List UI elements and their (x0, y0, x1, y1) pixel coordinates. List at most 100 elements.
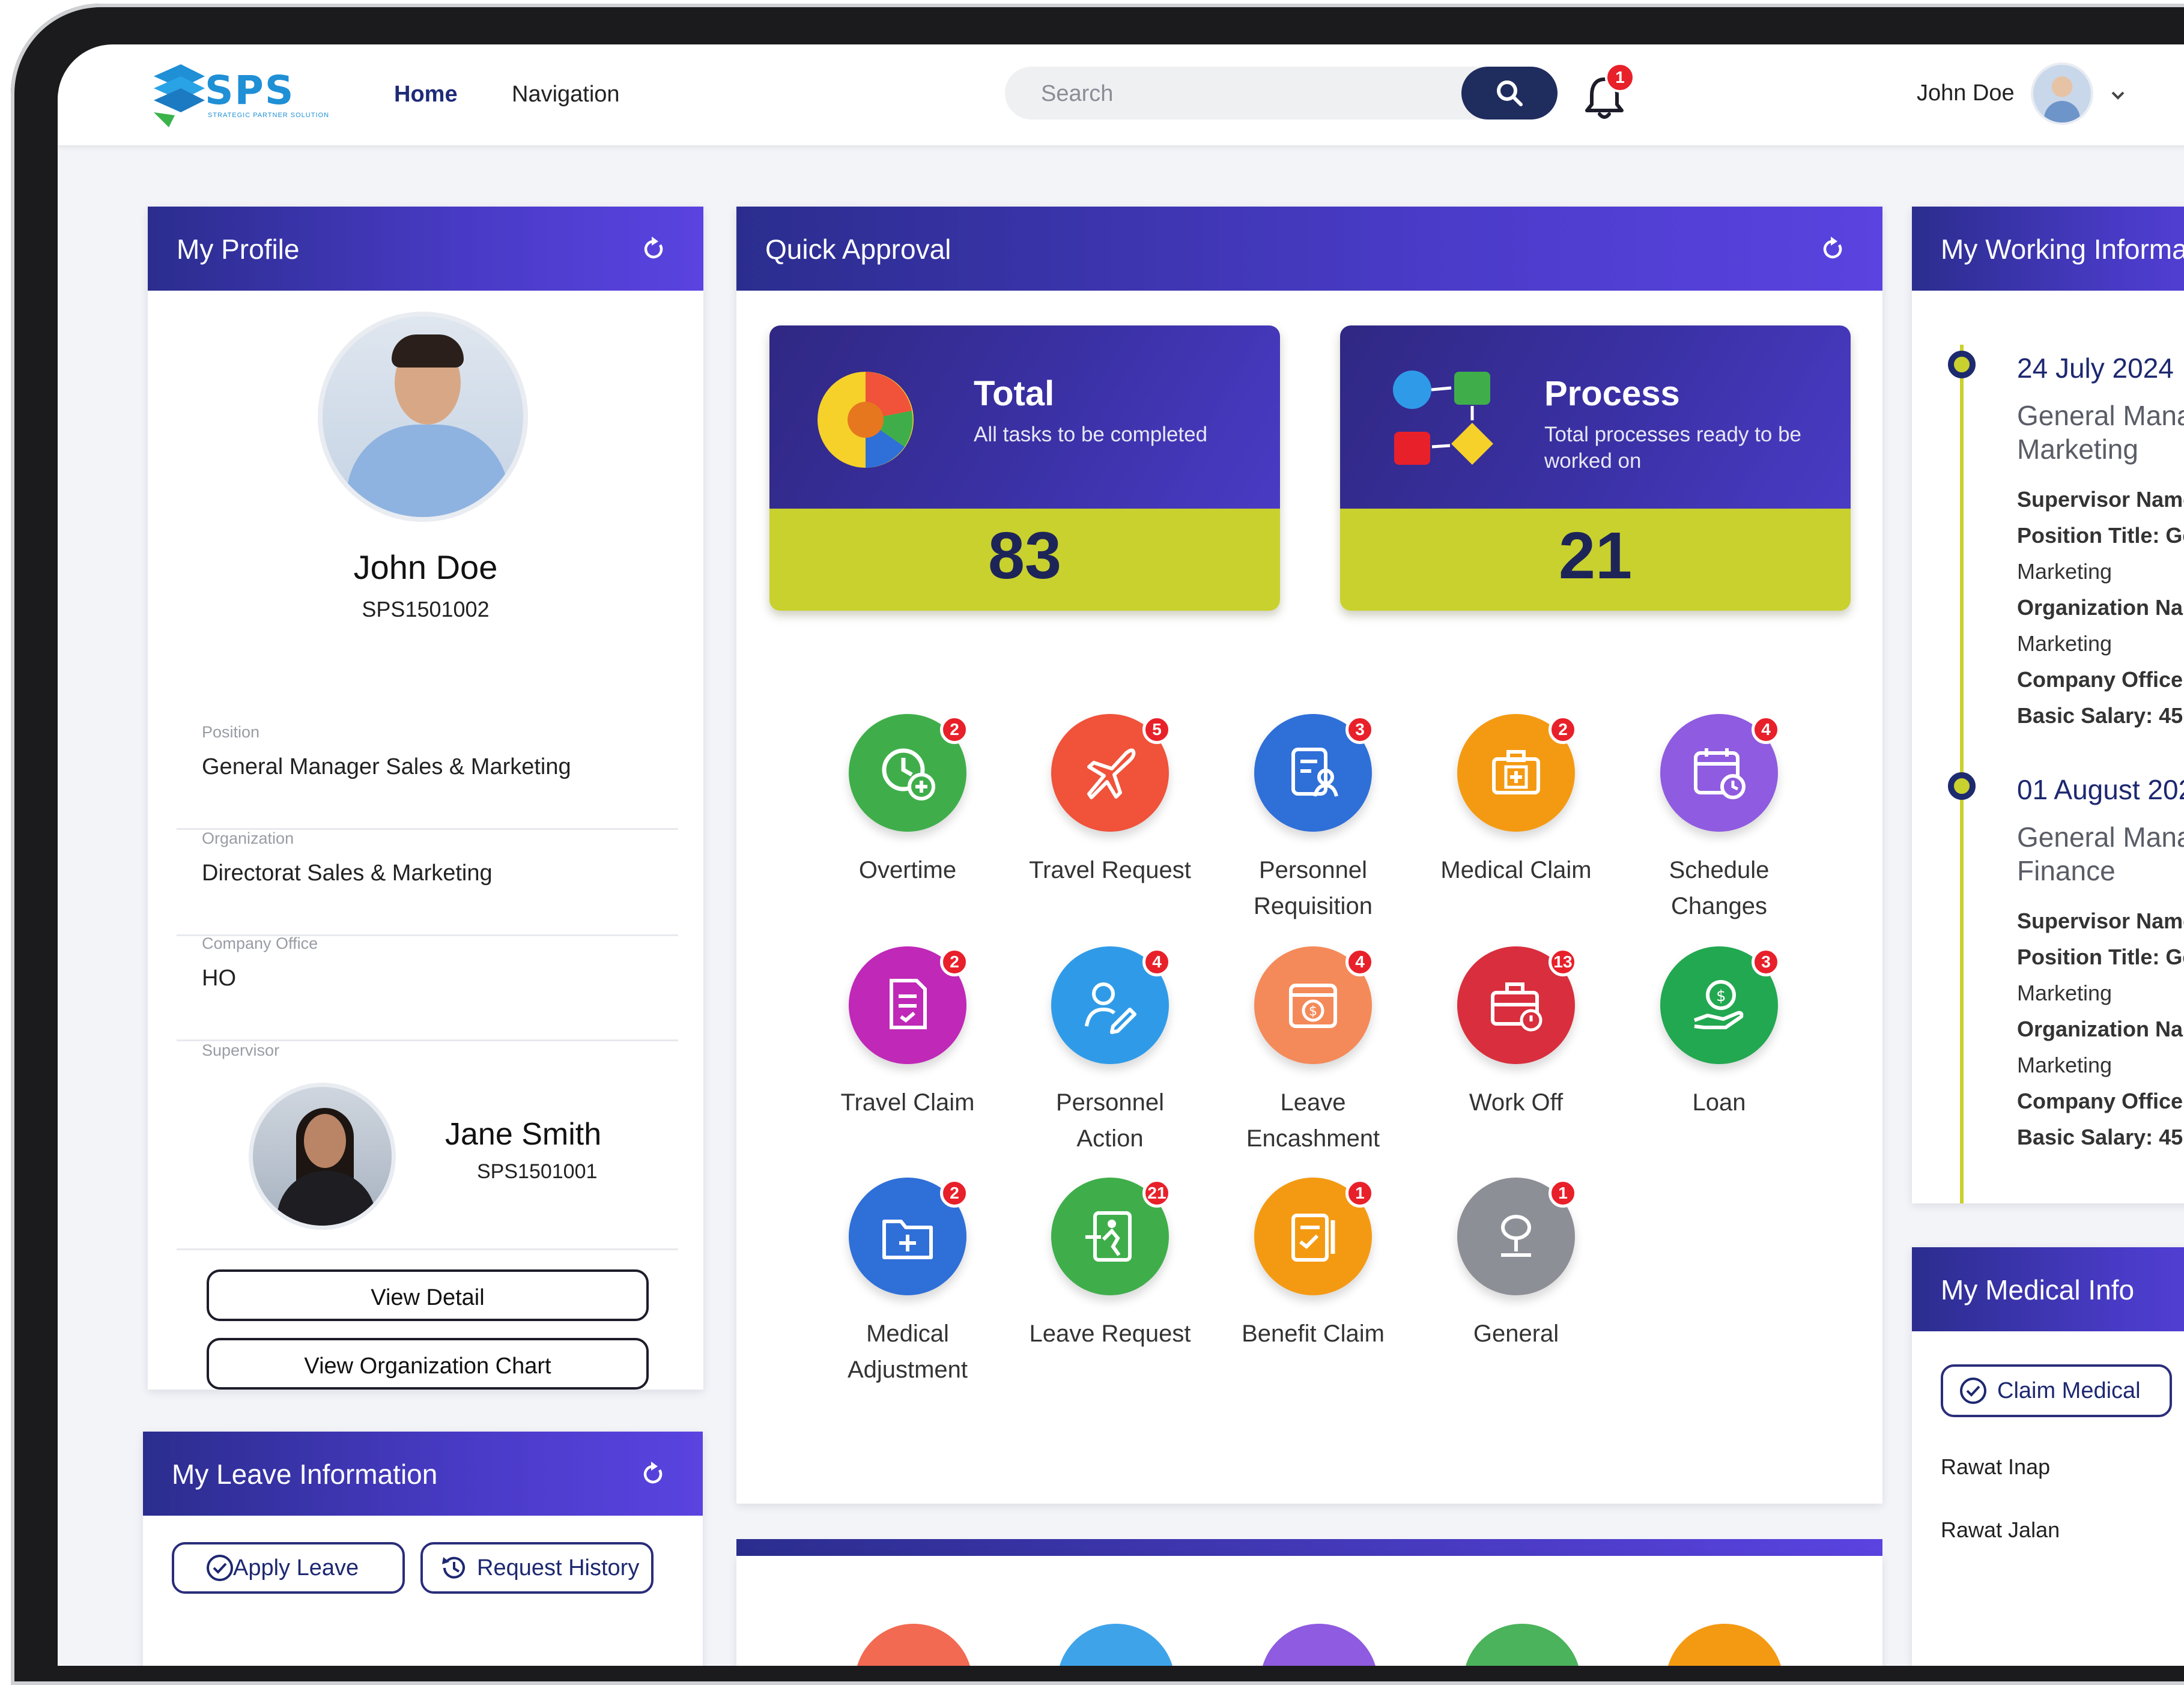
search-icon (1497, 80, 1523, 106)
quick-approval-card: Quick Approval Total All tasks to be com… (736, 207, 1882, 1504)
approval-badge: 2 (940, 948, 969, 976)
process-stat-card[interactable]: Process Total processes ready to be work… (1340, 325, 1851, 611)
medical-card: My Medical Info Claim Medical Rawat Inap… (1912, 1247, 2184, 1666)
approval-badge: 2 (1549, 715, 1577, 744)
chevron-down-icon[interactable] (2109, 86, 2127, 104)
position-label: Position (202, 723, 260, 741)
folder-medical-icon (882, 1220, 933, 1259)
approval-item-medical-claim[interactable]: 2 Medical Claim (1426, 714, 1606, 888)
approval-badge: 13 (1549, 948, 1577, 976)
receipt-icon (890, 979, 927, 1029)
check-circle-icon (1960, 1378, 1986, 1404)
user-name[interactable]: John Doe (1917, 80, 2015, 106)
apply-leave-label: Apply Leave (233, 1555, 359, 1581)
timeline-position-title: Position Title: General Manager Sales & (2017, 945, 2184, 969)
timeline-supervisor: Supervisor Name: Jane Smith (2017, 487, 2184, 512)
search-button[interactable] (1461, 67, 1558, 119)
approval-badge: 4 (1345, 948, 1374, 976)
working-info-header: My Working Information (1912, 207, 2184, 291)
request-history-label: Request History (477, 1555, 640, 1581)
search-bar (1005, 67, 1558, 121)
working-info-card: My Working Information 24 July 2024 Gene… (1912, 207, 2184, 1203)
approval-badge: 21 (1142, 1179, 1171, 1208)
pie-chart-icon (817, 372, 914, 468)
nav-home[interactable]: Home (394, 82, 458, 107)
process-value: 21 (1558, 519, 1633, 593)
refresh-icon[interactable] (640, 235, 667, 263)
timeline-organization-line2: Marketing (2017, 1053, 2113, 1077)
nav-navigation[interactable]: Navigation (512, 82, 620, 107)
organization-value: Directorat Sales & Marketing (202, 861, 493, 886)
approval-badge: 2 (940, 715, 969, 744)
timeline-salary: Basic Salary: 45,000,000 (2017, 1125, 2184, 1149)
refresh-icon[interactable] (1819, 235, 1846, 263)
timeline-date: 01 August 2024 (2017, 774, 2184, 805)
leave-title: My Leave Information (172, 1459, 438, 1490)
approval-item-schedule-changes[interactable]: 4 Schedule Changes (1629, 714, 1809, 924)
svg-text:$: $ (1716, 987, 1726, 1005)
position-value: General Manager Sales & Marketing (202, 754, 571, 779)
approval-item-medical-adjustment[interactable]: 2 Medical Adjustment (817, 1178, 998, 1388)
timeline-position: General Manager Sales & (2017, 400, 2184, 431)
timeline-dot (1948, 772, 1976, 800)
supervisor-photo (249, 1083, 396, 1230)
claim-medical-button[interactable]: Claim Medical (1941, 1364, 2172, 1417)
claim-medical-label: Claim Medical (1997, 1378, 2141, 1403)
approval-label: Medical Adjustment (847, 1320, 968, 1383)
approval-label: Leave Encashment (1246, 1089, 1380, 1152)
approval-label: Leave Request (1029, 1320, 1191, 1347)
profile-photo (318, 312, 528, 522)
notification-badge: 1 (1605, 62, 1635, 92)
view-detail-button[interactable]: View Detail (207, 1269, 649, 1321)
organization-field: Organization Directorat Sales & Marketin… (177, 829, 678, 936)
approval-item-general[interactable]: 1 General (1426, 1178, 1606, 1352)
profile-card: My Profile John Doe SPS1501002 Position … (148, 207, 703, 1390)
approval-item-loan[interactable]: $ 3 Loan (1629, 946, 1809, 1121)
supervisor-name: Jane Smith (445, 1117, 602, 1152)
total-stat-card[interactable]: Total All tasks to be completed 83 (769, 325, 1280, 611)
approval-item-personnel-requisition[interactable]: 3 Personnel Requisition (1223, 714, 1403, 924)
search-input[interactable] (1005, 67, 1463, 121)
refresh-icon[interactable] (639, 1460, 667, 1488)
approval-item-personnel-action[interactable]: 4 Personnel Action (1020, 946, 1200, 1157)
approval-label: Overtime (858, 857, 957, 883)
medical-item: Rawat Inap (1941, 1454, 2051, 1479)
logo-subtitle: STRATEGIC PARTNER SOLUTION (208, 112, 330, 119)
approval-badge: 5 (1142, 715, 1171, 744)
leave-card: My Leave Information Apply Leave Request… (143, 1432, 703, 1666)
view-org-chart-button[interactable]: View Organization Chart (207, 1338, 649, 1390)
request-history-button[interactable]: Request History (420, 1542, 654, 1594)
document-person-icon (1291, 748, 1338, 797)
process-subtitle: Total processes ready to be worked on (1544, 423, 1802, 473)
timeline-supervisor: Supervisor Name: Jane Smith (2017, 909, 2184, 933)
timeline-office: Company Office: HO (2017, 1089, 2184, 1113)
avatar[interactable] (2031, 62, 2093, 125)
device-frame: SPS STRATEGIC PARTNER SOLUTION Home Navi… (11, 4, 2184, 1685)
supervisor-label: Supervisor (202, 1041, 280, 1059)
approval-item-overtime[interactable]: 2 Overtime (817, 714, 998, 888)
exit-door-icon (1085, 1211, 1132, 1262)
approval-label: Travel Claim (840, 1089, 975, 1116)
approval-item-benefit-claim[interactable]: 1 Benefit Claim (1223, 1178, 1403, 1352)
check-circle-icon (207, 1555, 233, 1581)
organization-label: Organization (202, 829, 294, 847)
calendar-money-icon: $ (1289, 984, 1337, 1028)
office-value: HO (202, 966, 236, 991)
apply-leave-button[interactable]: Apply Leave (172, 1542, 405, 1594)
position-field: Position General Manager Sales & Marketi… (177, 723, 678, 830)
timeline-position-line2: Marketing (2017, 434, 2138, 465)
profile-name: John Doe (353, 548, 498, 586)
approval-item-travel-request[interactable]: 5 Travel Request (1020, 714, 1200, 888)
flow-diagram-icon (1393, 371, 1493, 465)
approval-item-leave-encashment[interactable]: $ 4 Leave Encashment (1223, 946, 1403, 1157)
approval-item-work-off[interactable]: 13 Work Off (1426, 946, 1606, 1121)
approval-item-travel-claim[interactable]: 2 Travel Claim (817, 946, 998, 1121)
history-icon (442, 1556, 465, 1579)
airplane-icon (1087, 748, 1136, 799)
approval-item-leave-request[interactable]: 21 Leave Request (1020, 1178, 1200, 1352)
approval-label: Schedule Changes (1669, 857, 1770, 919)
office-field: Company Office HO (177, 934, 678, 1041)
timeline-dot (1948, 351, 1976, 378)
total-value: 83 (987, 519, 1062, 593)
approval-badge: 1 (1549, 1179, 1577, 1208)
